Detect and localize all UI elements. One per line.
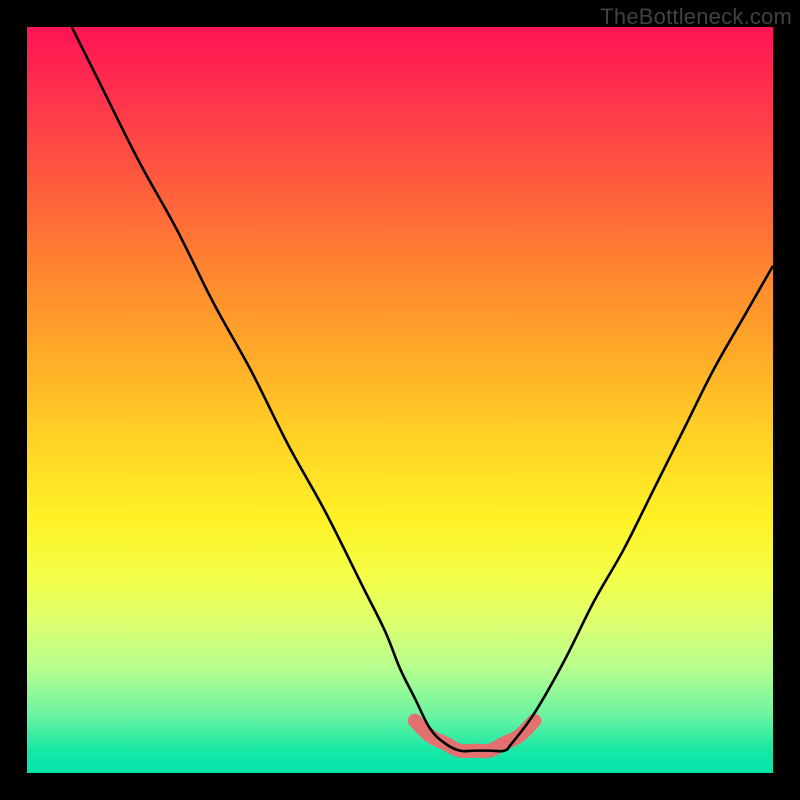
plot-area (27, 27, 773, 773)
watermark-text: TheBottleneck.com (600, 4, 792, 30)
bottleneck-curve-line (72, 27, 773, 751)
chart-stage: TheBottleneck.com (0, 0, 800, 800)
curve-layer (27, 27, 773, 773)
